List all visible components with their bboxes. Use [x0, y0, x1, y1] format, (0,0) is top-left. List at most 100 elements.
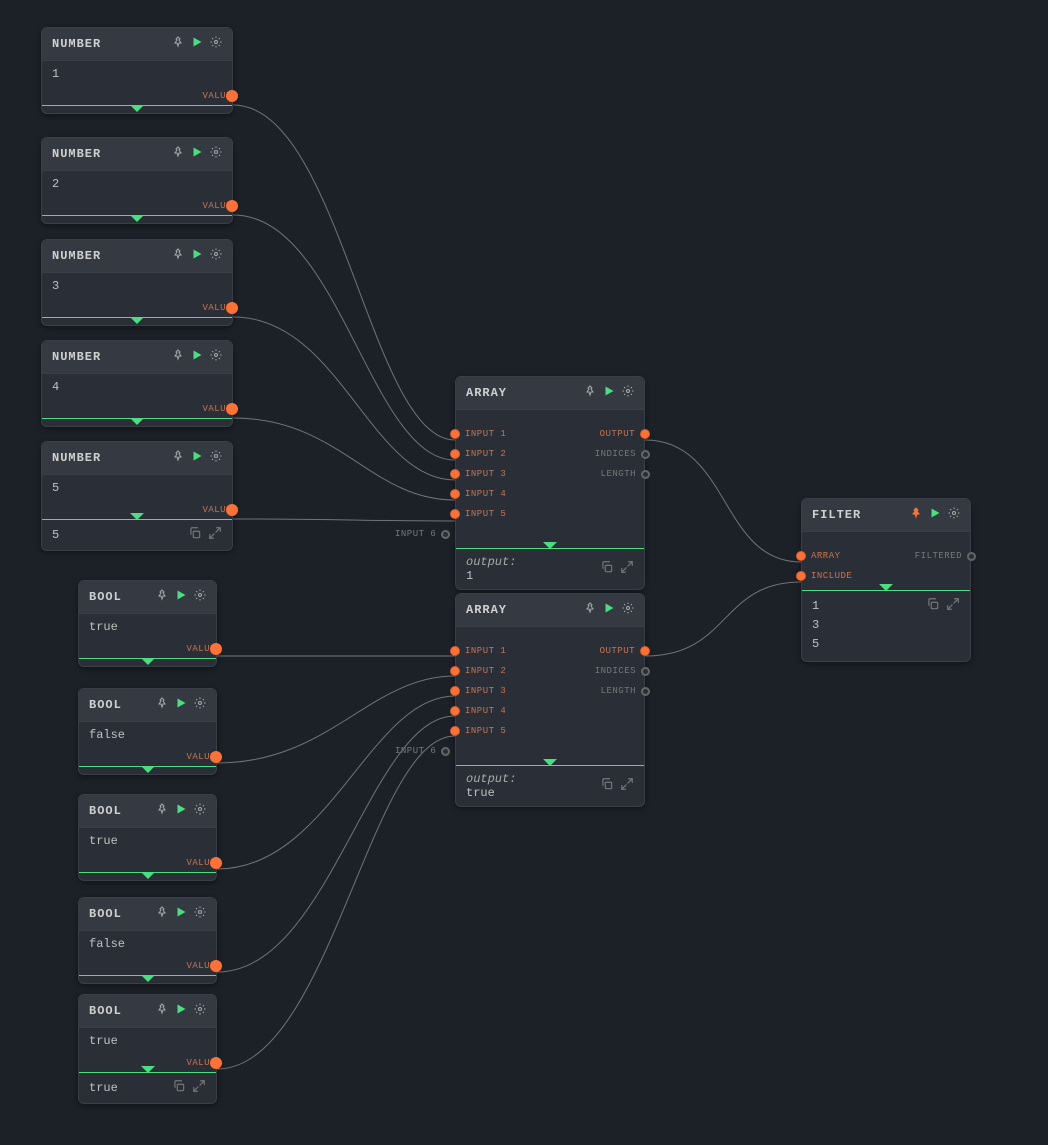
pin-icon[interactable]	[584, 385, 596, 401]
play-icon[interactable]	[603, 385, 615, 401]
node-header[interactable]: NUMBER	[42, 28, 232, 61]
gear-icon[interactable]	[210, 146, 222, 162]
output-port[interactable]	[226, 504, 238, 516]
expand-handle-icon[interactable]	[130, 418, 144, 425]
node-bool-2[interactable]: BOOL false VALUE	[78, 688, 217, 775]
play-icon[interactable]	[929, 507, 941, 523]
play-icon[interactable]	[191, 450, 203, 466]
play-icon[interactable]	[191, 146, 203, 162]
gear-icon[interactable]	[194, 589, 206, 605]
copy-icon[interactable]	[600, 560, 614, 578]
output-port-output[interactable]: OUTPUT	[595, 424, 650, 444]
gear-icon[interactable]	[948, 507, 960, 523]
node-header[interactable]: NUMBER	[42, 138, 232, 171]
output-port[interactable]	[226, 200, 238, 212]
output-port-length[interactable]: LENGTH	[595, 464, 650, 484]
node-header[interactable]: BOOL	[79, 581, 216, 614]
input-port-3[interactable]: INPUT 3	[450, 681, 506, 701]
output-port[interactable]	[210, 1057, 222, 1069]
output-port[interactable]	[210, 643, 222, 655]
pin-icon[interactable]	[156, 1003, 168, 1019]
expand-handle-icon[interactable]	[141, 658, 155, 665]
expand-icon[interactable]	[620, 560, 634, 578]
gear-icon[interactable]	[194, 697, 206, 713]
gear-icon[interactable]	[622, 385, 634, 401]
input-port-1[interactable]: INPUT 1	[450, 424, 506, 444]
node-number-4[interactable]: NUMBER 4 VALUE	[41, 340, 233, 427]
node-header[interactable]: BOOL	[79, 689, 216, 722]
copy-icon[interactable]	[188, 526, 202, 544]
expand-handle-icon[interactable]	[141, 1066, 155, 1073]
play-icon[interactable]	[191, 248, 203, 264]
node-filter[interactable]: FILTER ARRAY INCLUDE FILTERED 1 3 5	[801, 498, 971, 662]
node-header[interactable]: FILTER	[802, 499, 970, 532]
node-bool-3[interactable]: BOOL true VALUE	[78, 794, 217, 881]
output-port-length[interactable]: LENGTH	[595, 681, 650, 701]
expand-icon[interactable]	[208, 526, 222, 544]
node-header[interactable]: BOOL	[79, 795, 216, 828]
node-number-3[interactable]: NUMBER 3 VALUE	[41, 239, 233, 326]
node-bool-5[interactable]: BOOL true VALUE true	[78, 994, 217, 1104]
output-port[interactable]	[226, 403, 238, 415]
output-port-indices[interactable]: INDICES	[595, 444, 650, 464]
gear-icon[interactable]	[194, 803, 206, 819]
input-port-6[interactable]: INPUT 6	[395, 524, 506, 544]
node-bool-4[interactable]: BOOL false VALUE	[78, 897, 217, 984]
node-bool-1[interactable]: BOOL true VALUE	[78, 580, 217, 667]
node-header[interactable]: NUMBER	[42, 240, 232, 273]
expand-icon[interactable]	[946, 597, 960, 615]
node-header[interactable]: NUMBER	[42, 442, 232, 475]
input-port-include[interactable]: INCLUDE	[796, 566, 852, 586]
gear-icon[interactable]	[210, 450, 222, 466]
expand-handle-icon[interactable]	[130, 513, 144, 520]
output-port[interactable]	[210, 751, 222, 763]
play-icon[interactable]	[603, 602, 615, 618]
pin-icon[interactable]	[172, 146, 184, 162]
node-header[interactable]: BOOL	[79, 995, 216, 1028]
pin-icon[interactable]	[156, 589, 168, 605]
pin-icon[interactable]	[172, 36, 184, 52]
node-header[interactable]: BOOL	[79, 898, 216, 931]
pin-icon[interactable]	[172, 248, 184, 264]
output-port-indices[interactable]: INDICES	[595, 661, 650, 681]
expand-handle-icon[interactable]	[130, 105, 144, 112]
pin-icon[interactable]	[172, 349, 184, 365]
play-icon[interactable]	[191, 349, 203, 365]
input-port-5[interactable]: INPUT 5	[450, 504, 506, 524]
expand-handle-icon[interactable]	[879, 584, 893, 591]
expand-handle-icon[interactable]	[141, 872, 155, 879]
input-port-3[interactable]: INPUT 3	[450, 464, 506, 484]
gear-icon[interactable]	[210, 349, 222, 365]
node-array-1[interactable]: ARRAY INPUT 1 INPUT 2 INPUT 3 INPUT 4 IN…	[455, 376, 645, 590]
input-port-2[interactable]: INPUT 2	[450, 661, 506, 681]
expand-handle-icon[interactable]	[141, 766, 155, 773]
play-icon[interactable]	[191, 36, 203, 52]
gear-icon[interactable]	[194, 1003, 206, 1019]
pin-icon[interactable]	[910, 507, 922, 523]
expand-handle-icon[interactable]	[543, 542, 557, 549]
play-icon[interactable]	[175, 1003, 187, 1019]
node-header[interactable]: ARRAY	[456, 594, 644, 627]
play-icon[interactable]	[175, 803, 187, 819]
play-icon[interactable]	[175, 589, 187, 605]
node-header[interactable]: ARRAY	[456, 377, 644, 410]
output-port-filtered[interactable]: FILTERED	[915, 546, 976, 566]
play-icon[interactable]	[175, 906, 187, 922]
gear-icon[interactable]	[194, 906, 206, 922]
output-port[interactable]	[210, 960, 222, 972]
input-port-6[interactable]: INPUT 6	[395, 741, 506, 761]
node-number-1[interactable]: NUMBER 1 VALUE	[41, 27, 233, 114]
output-port[interactable]	[210, 857, 222, 869]
node-number-5[interactable]: NUMBER 5 VALUE 5	[41, 441, 233, 551]
copy-icon[interactable]	[172, 1079, 186, 1097]
input-port-array[interactable]: ARRAY	[796, 546, 852, 566]
expand-icon[interactable]	[192, 1079, 206, 1097]
pin-icon[interactable]	[156, 697, 168, 713]
pin-icon[interactable]	[156, 906, 168, 922]
gear-icon[interactable]	[210, 36, 222, 52]
pin-icon[interactable]	[156, 803, 168, 819]
copy-icon[interactable]	[600, 777, 614, 795]
input-port-4[interactable]: INPUT 4	[450, 484, 506, 504]
input-port-4[interactable]: INPUT 4	[450, 701, 506, 721]
expand-icon[interactable]	[620, 777, 634, 795]
